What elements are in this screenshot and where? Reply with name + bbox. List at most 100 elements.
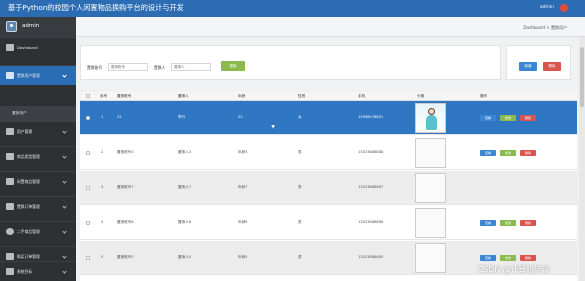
add-button[interactable]: 新增	[519, 62, 537, 71]
grid-icon	[6, 72, 14, 79]
swapper-label: 置换人	[154, 65, 166, 70]
edit-button[interactable]: 修改	[500, 115, 516, 121]
row-checkbox[interactable]	[86, 186, 90, 190]
row-name: 置换人6	[178, 220, 192, 224]
edit-button[interactable]: 修改	[500, 220, 516, 226]
view-button[interactable]: 查看	[480, 255, 496, 261]
sidebar-item-swap-users[interactable]: 置换用户管理	[0, 65, 76, 85]
row-phone: 13023888885	[358, 255, 384, 259]
column-header[interactable]: 年龄	[238, 94, 245, 99]
search-button[interactable]: 搜索	[221, 61, 245, 71]
settings-icon	[6, 268, 14, 275]
row-gender: 男	[298, 185, 302, 189]
sidebar-subitem-swap-user[interactable]: 置换用户	[0, 106, 76, 121]
delete-button[interactable]: 删除	[520, 150, 536, 156]
row-gender: 男	[298, 220, 302, 224]
row-number: 4	[101, 220, 104, 224]
row-account: 置换账号6	[117, 220, 134, 224]
header-username[interactable]: admin	[540, 5, 554, 10]
breadcrumb[interactable]: Dashboard > 置换用户	[523, 25, 567, 31]
sidebar-item-product-types[interactable]: 商品类型管理	[0, 146, 76, 166]
search-panel: 置换账号 置换人 搜索	[80, 45, 501, 80]
row-checkbox[interactable]	[86, 256, 90, 260]
row-number: 2	[101, 150, 104, 154]
row-account: 置换账号5	[117, 255, 134, 259]
row-phone: 13023888886	[358, 220, 384, 224]
broken-image-icon	[415, 138, 446, 168]
row-checkbox[interactable]	[86, 116, 90, 120]
account-label: 置换账号	[87, 65, 103, 70]
sidebar-item-label: 购买订单管理	[17, 254, 40, 259]
row-age: 年龄7	[238, 185, 248, 189]
table-row[interactable]: 4 置换账号6 置换人6 年龄6 男 13023888886 查看 修改 删除	[80, 206, 577, 240]
avatar-photo	[415, 103, 446, 133]
row-account: 置换账号7	[117, 185, 134, 189]
view-button[interactable]: 查看	[480, 220, 496, 226]
row-phone: 13023888888	[358, 150, 384, 154]
row-age: 年龄3	[238, 150, 248, 154]
column-header[interactable]: 性别	[298, 94, 305, 99]
chevron-down-icon	[62, 254, 67, 259]
chart-icon	[6, 203, 14, 210]
row-age: 22	[238, 115, 243, 119]
delete-button[interactable]: 删除	[520, 255, 536, 261]
chevron-down-icon	[62, 129, 67, 134]
row-gender: 女	[298, 115, 302, 119]
avatar-icon	[6, 21, 17, 32]
table-row[interactable]: 2 置换账号3 置换人3 年龄3 男 13023888888 查看 修改 删除	[80, 136, 577, 170]
table-header: 序号 置换账号 置换人 年龄 性别 手机 头像 操作	[80, 92, 577, 101]
vertical-scrollbar[interactable]	[579, 37, 585, 281]
sidebar-item-system[interactable]: 系统目标	[0, 261, 76, 281]
user-avatar-icon[interactable]	[560, 4, 568, 12]
row-number: 1	[101, 115, 104, 119]
watermark: CSDN @计算机毕设	[478, 265, 550, 274]
row-phone: 13958478851	[358, 115, 384, 119]
sidebar-item-second-hand[interactable]: 二手商品管理	[0, 221, 76, 241]
sidebar-username: admin	[22, 23, 40, 29]
chevron-down-icon	[62, 269, 67, 274]
box-icon	[6, 178, 14, 185]
column-header[interactable]: 手机	[358, 94, 365, 99]
bulk-delete-button[interactable]: 删除	[543, 62, 561, 71]
actions-panel: 新增 删除	[506, 45, 571, 80]
bulb-icon	[6, 228, 14, 235]
sidebar-item-label: 置换订单管理	[17, 204, 40, 209]
row-checkbox[interactable]	[86, 151, 90, 155]
scrollbar-thumb[interactable]	[580, 47, 584, 107]
sidebar-item-idle-goods[interactable]: 闲置商品管理	[0, 171, 76, 191]
swapper-search-input[interactable]	[171, 63, 211, 71]
chevron-down-icon	[62, 229, 67, 234]
row-gender: 男	[298, 255, 302, 259]
sidebar-item-label: Dashboard	[17, 45, 38, 50]
account-search-input[interactable]	[108, 63, 148, 71]
bar-chart-icon	[6, 253, 14, 260]
row-phone: 13023888887	[358, 185, 384, 189]
row-gender: 男	[298, 150, 302, 154]
sidebar-item-label: 系统目标	[17, 269, 33, 274]
column-header[interactable]: 置换人	[178, 94, 189, 99]
chevron-down-icon	[62, 73, 67, 78]
view-button[interactable]: 查看	[480, 115, 496, 121]
edit-button[interactable]: 修改	[500, 255, 516, 261]
column-header[interactable]: 序号	[100, 94, 107, 99]
delete-button[interactable]: 删除	[520, 115, 536, 121]
delete-button[interactable]: 删除	[520, 220, 536, 226]
sidebar-item-swap-orders[interactable]: 置换订单管理	[0, 196, 76, 216]
select-all-checkbox[interactable]	[86, 94, 90, 98]
sidebar-item-dashboard[interactable]: Dashboard	[0, 37, 76, 57]
edit-button[interactable]: 修改	[500, 150, 516, 156]
broken-image-icon	[415, 243, 446, 273]
sidebar-item-users[interactable]: 用户管理	[0, 121, 76, 141]
view-button[interactable]: 查看	[480, 150, 496, 156]
table-row[interactable]: 3 置换账号7 置换人7 年龄7 男 13023888887	[80, 171, 577, 205]
table-row[interactable]: 1 22 李行 22 女 13958478851 查看 修改 删除	[80, 101, 577, 135]
column-header: 操作	[480, 94, 488, 98]
chevron-down-icon	[62, 204, 67, 209]
broken-image-icon	[415, 208, 446, 238]
sidebar-subitem-label: 置换用户	[12, 111, 27, 115]
column-header[interactable]: 置换账号	[117, 94, 131, 99]
row-number: 3	[101, 185, 104, 189]
sidebar-item-label: 置换用户管理	[17, 73, 40, 78]
sidebar-item-label: 用户管理	[17, 129, 33, 134]
row-checkbox[interactable]	[86, 221, 90, 225]
